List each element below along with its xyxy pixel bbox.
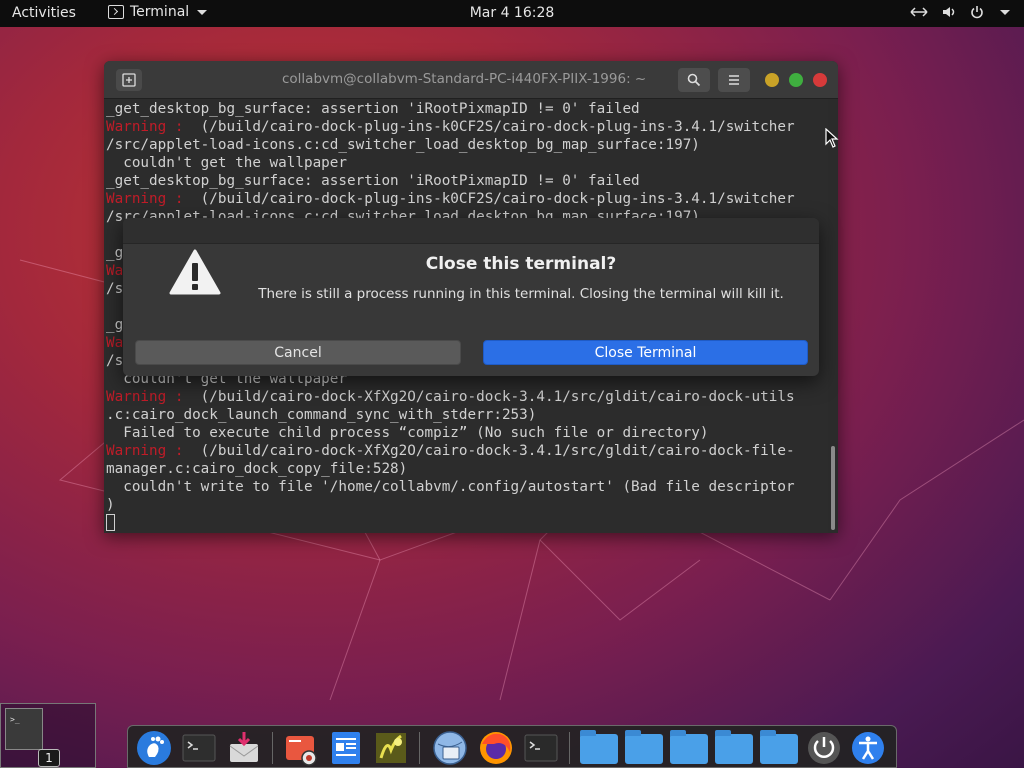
terminal-line: _get_desktop_bg_surface: assertion 'iRoo… [106, 101, 640, 117]
app-menu-label: Terminal [130, 4, 190, 20]
activities-button[interactable]: Activities [12, 5, 76, 21]
terminal-line-text: (/build/cairo-dock-plug-ins-k0CF2S/cairo… [183, 119, 795, 135]
terminal-line: couldn't write to file '/home/collabvm/.… [106, 479, 795, 495]
hamburger-icon [729, 75, 739, 85]
close-button[interactable] [813, 73, 827, 87]
text-cursor [106, 514, 115, 531]
terminal-icon [108, 5, 124, 19]
terminal-line: .c:cairo_dock_launch_command_sync_with_s… [106, 407, 537, 423]
mouse-pointer-icon [825, 128, 839, 148]
terminal-line-text: (/build/cairo-dock-plug-ins-k0CF2S/cairo… [183, 191, 795, 207]
scrollbar[interactable] [831, 446, 835, 530]
download-icon[interactable] [226, 730, 262, 766]
search-button[interactable] [678, 68, 710, 92]
dialog-header [123, 218, 819, 244]
maximize-button[interactable] [789, 73, 803, 87]
dialog-message: There is still a process running in this… [258, 286, 784, 302]
dock-separator [272, 732, 273, 764]
dock-separator [569, 732, 570, 764]
volume-icon [943, 7, 955, 17]
cancel-button[interactable]: Cancel [135, 340, 461, 365]
minimize-button[interactable] [765, 73, 779, 87]
workspace-number: 1 [38, 749, 60, 767]
accessibility-icon[interactable] [850, 730, 886, 766]
downloads-folder-icon[interactable] [715, 730, 753, 764]
window-title: collabvm@collabvm-Standard-PC-i440FX-PII… [282, 71, 647, 87]
new-tab-icon [122, 73, 136, 87]
search-icon [687, 73, 701, 87]
app-menu[interactable]: Terminal [108, 4, 208, 20]
network-globe-icon[interactable] [432, 730, 468, 766]
top-panel: Activities Terminal Mar 4 16:28 [0, 0, 1024, 27]
chevron-down-icon [197, 9, 208, 15]
system-menu[interactable] [910, 5, 1010, 19]
warning-tag: Warning : [106, 191, 184, 207]
warning-tag: Warning : [106, 119, 184, 135]
close-terminal-button[interactable]: Close Terminal [483, 340, 808, 365]
recent-folder-icon[interactable] [670, 730, 708, 764]
terminal-line-text: (/build/cairo-dock-XfXg2O/cairo-dock-3.4… [183, 443, 795, 459]
terminal-line: manager.c:cairo_dock_copy_file:528) [106, 461, 408, 477]
gnome-foot-icon[interactable] [136, 730, 172, 766]
document-icon[interactable] [328, 730, 364, 766]
chevron-down-icon [1000, 9, 1010, 15]
terminal-line: couldn't get the wallpaper [106, 155, 348, 171]
terminal-line: Warning : (/build/cairo-dock-XfXg2O/cair… [106, 442, 828, 460]
warning-tag: Warning : [106, 443, 184, 459]
terminal-app-icon[interactable] [523, 730, 559, 766]
menu-button[interactable] [718, 68, 750, 92]
dialog-title: Close this terminal? [425, 254, 617, 274]
workspace-window-thumbnail [5, 708, 43, 750]
dock [127, 725, 897, 768]
network-icon [910, 7, 928, 17]
home-folder-icon[interactable] [580, 730, 618, 764]
terminal-line: /src/applet-load-icons.c:cd_switcher_loa… [106, 137, 700, 153]
new-tab-button[interactable] [116, 69, 142, 91]
terminal-line: Failed to execute child process “compiz”… [106, 425, 709, 441]
desktop-folder-icon[interactable] [760, 730, 798, 764]
terminal-line: _get_desktop_bg_surface: assertion 'iRoo… [106, 173, 640, 189]
workspace-switcher[interactable]: 1 [0, 703, 96, 768]
prompt-line [106, 514, 828, 533]
close-terminal-dialog: Close this terminal? There is still a pr… [123, 218, 819, 376]
terminal-line: ) [106, 497, 115, 513]
power-icon[interactable] [806, 730, 842, 766]
image-viewer-icon[interactable] [373, 730, 409, 766]
firefox-icon[interactable] [478, 730, 514, 766]
terminal-header-bar[interactable]: collabvm@collabvm-Standard-PC-i440FX-PII… [104, 61, 838, 99]
terminal-icon[interactable] [181, 730, 217, 766]
screenshot-icon[interactable] [283, 730, 319, 766]
terminal-line: Warning : (/build/cairo-dock-XfXg2O/cair… [106, 388, 828, 406]
warning-tag: Warning : [106, 389, 184, 405]
dock-separator [419, 732, 420, 764]
documents-folder-icon[interactable] [625, 730, 663, 764]
terminal-line: Warning : (/build/cairo-dock-plug-ins-k0… [106, 190, 828, 208]
power-icon [971, 6, 983, 19]
terminal-line: Warning : (/build/cairo-dock-plug-ins-k0… [106, 118, 828, 136]
terminal-line-text: (/build/cairo-dock-XfXg2O/cairo-dock-3.4… [183, 389, 795, 405]
